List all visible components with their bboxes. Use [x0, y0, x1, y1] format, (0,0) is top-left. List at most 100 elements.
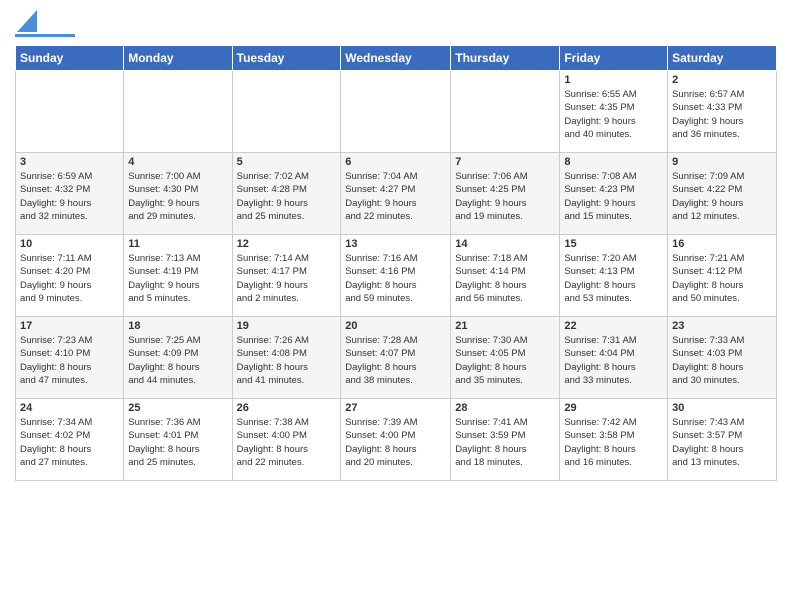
calendar-header-row: SundayMondayTuesdayWednesdayThursdayFrid…	[16, 46, 777, 71]
page-container: SundayMondayTuesdayWednesdayThursdayFrid…	[0, 0, 792, 486]
calendar-cell: 27 Sunrise: 7:39 AM Sunset: 4:00 PM Dayli…	[341, 399, 451, 481]
day-number: 23	[672, 320, 772, 332]
calendar-cell: 18 Sunrise: 7:25 AM Sunset: 4:09 PM Dayli…	[124, 317, 232, 399]
calendar-cell	[451, 71, 560, 153]
calendar-cell	[16, 71, 124, 153]
day-number: 17	[20, 320, 119, 332]
day-number: 21	[455, 320, 555, 332]
day-info: Sunrise: 7:36 AM Sunset: 4:01 PM Dayligh…	[128, 416, 227, 469]
day-info: Sunrise: 7:34 AM Sunset: 4:02 PM Dayligh…	[20, 416, 119, 469]
day-info: Sunrise: 7:18 AM Sunset: 4:14 PM Dayligh…	[455, 252, 555, 305]
calendar-cell	[124, 71, 232, 153]
calendar-cell: 22Sunrise: 7:31 AM Sunset: 4:04 PM Dayli…	[560, 317, 668, 399]
day-number: 7	[455, 156, 555, 168]
day-number: 2	[672, 74, 772, 86]
calendar-cell: 4 Sunrise: 7:00 AM Sunset: 4:30 PM Daylig…	[124, 153, 232, 235]
calendar-body: 1 Sunrise: 6:55 AM Sunset: 4:35 PM Daylig…	[16, 71, 777, 481]
day-number: 29	[564, 402, 663, 414]
calendar-week-row: 3 Sunrise: 6:59 AM Sunset: 4:32 PM Daylig…	[16, 153, 777, 235]
calendar-cell: 24 Sunrise: 7:34 AM Sunset: 4:02 PM Dayli…	[16, 399, 124, 481]
calendar-cell: 16 Sunrise: 7:21 AM Sunset: 4:12 PM Dayli…	[668, 235, 777, 317]
day-number: 15	[564, 238, 663, 250]
calendar-cell: 13 Sunrise: 7:16 AM Sunset: 4:16 PM Dayli…	[341, 235, 451, 317]
day-number: 18	[128, 320, 227, 332]
logo-icon	[17, 10, 37, 32]
day-info: Sunrise: 7:20 AM Sunset: 4:13 PM Dayligh…	[564, 252, 663, 305]
calendar-cell: 9Sunrise: 7:09 AM Sunset: 4:22 PM Daylig…	[668, 153, 777, 235]
calendar-cell: 29Sunrise: 7:42 AM Sunset: 3:58 PM Dayli…	[560, 399, 668, 481]
day-info: Sunrise: 7:00 AM Sunset: 4:30 PM Dayligh…	[128, 170, 227, 223]
day-info: Sunrise: 7:38 AM Sunset: 4:00 PM Dayligh…	[237, 416, 337, 469]
day-number: 27	[345, 402, 446, 414]
day-info: Sunrise: 7:21 AM Sunset: 4:12 PM Dayligh…	[672, 252, 772, 305]
day-info: Sunrise: 7:08 AM Sunset: 4:23 PM Dayligh…	[564, 170, 663, 223]
day-number: 1	[564, 74, 663, 86]
calendar-cell: 26 Sunrise: 7:38 AM Sunset: 4:00 PM Dayli…	[232, 399, 341, 481]
logo	[15, 10, 75, 37]
day-number: 5	[237, 156, 337, 168]
day-number: 12	[237, 238, 337, 250]
calendar-week-row: 10 Sunrise: 7:11 AM Sunset: 4:20 PM Dayli…	[16, 235, 777, 317]
day-number: 26	[237, 402, 337, 414]
day-info: Sunrise: 7:43 AM Sunset: 3:57 PM Dayligh…	[672, 416, 772, 469]
day-number: 13	[345, 238, 446, 250]
day-number: 4	[128, 156, 227, 168]
day-number: 11	[128, 238, 227, 250]
calendar-cell: 28 Sunrise: 7:41 AM Sunset: 3:59 PM Dayli…	[451, 399, 560, 481]
calendar-week-row: 1 Sunrise: 6:55 AM Sunset: 4:35 PM Daylig…	[16, 71, 777, 153]
day-info: Sunrise: 7:04 AM Sunset: 4:27 PM Dayligh…	[345, 170, 446, 223]
calendar-cell: 3 Sunrise: 6:59 AM Sunset: 4:32 PM Daylig…	[16, 153, 124, 235]
calendar-week-row: 17 Sunrise: 7:23 AM Sunset: 4:10 PM Dayli…	[16, 317, 777, 399]
calendar-cell: 17 Sunrise: 7:23 AM Sunset: 4:10 PM Dayli…	[16, 317, 124, 399]
calendar-week-row: 24 Sunrise: 7:34 AM Sunset: 4:02 PM Dayli…	[16, 399, 777, 481]
day-number: 16	[672, 238, 772, 250]
weekday-header: Thursday	[451, 46, 560, 71]
weekday-header: Saturday	[668, 46, 777, 71]
day-number: 28	[455, 402, 555, 414]
day-number: 3	[20, 156, 119, 168]
calendar-cell: 23 Sunrise: 7:33 AM Sunset: 4:03 PM Dayli…	[668, 317, 777, 399]
day-number: 10	[20, 238, 119, 250]
calendar-cell	[341, 71, 451, 153]
calendar-cell: 30 Sunrise: 7:43 AM Sunset: 3:57 PM Dayli…	[668, 399, 777, 481]
calendar-cell: 25Sunrise: 7:36 AM Sunset: 4:01 PM Dayli…	[124, 399, 232, 481]
calendar-cell: 11 Sunrise: 7:13 AM Sunset: 4:19 PM Dayli…	[124, 235, 232, 317]
calendar-cell: 7 Sunrise: 7:06 AM Sunset: 4:25 PM Daylig…	[451, 153, 560, 235]
day-info: Sunrise: 7:41 AM Sunset: 3:59 PM Dayligh…	[455, 416, 555, 469]
day-info: Sunrise: 7:39 AM Sunset: 4:00 PM Dayligh…	[345, 416, 446, 469]
day-number: 19	[237, 320, 337, 332]
day-number: 24	[20, 402, 119, 414]
day-info: Sunrise: 7:33 AM Sunset: 4:03 PM Dayligh…	[672, 334, 772, 387]
day-number: 9	[672, 156, 772, 168]
weekday-header: Tuesday	[232, 46, 341, 71]
weekday-header: Sunday	[16, 46, 124, 71]
calendar-cell	[232, 71, 341, 153]
day-info: Sunrise: 6:59 AM Sunset: 4:32 PM Dayligh…	[20, 170, 119, 223]
day-number: 22	[564, 320, 663, 332]
day-info: Sunrise: 7:28 AM Sunset: 4:07 PM Dayligh…	[345, 334, 446, 387]
day-number: 20	[345, 320, 446, 332]
day-info: Sunrise: 7:16 AM Sunset: 4:16 PM Dayligh…	[345, 252, 446, 305]
day-info: Sunrise: 7:23 AM Sunset: 4:10 PM Dayligh…	[20, 334, 119, 387]
calendar-cell: 5Sunrise: 7:02 AM Sunset: 4:28 PM Daylig…	[232, 153, 341, 235]
calendar-cell: 15 Sunrise: 7:20 AM Sunset: 4:13 PM Dayli…	[560, 235, 668, 317]
calendar-cell: 6Sunrise: 7:04 AM Sunset: 4:27 PM Daylig…	[341, 153, 451, 235]
calendar-cell: 2Sunrise: 6:57 AM Sunset: 4:33 PM Daylig…	[668, 71, 777, 153]
day-number: 30	[672, 402, 772, 414]
day-info: Sunrise: 7:13 AM Sunset: 4:19 PM Dayligh…	[128, 252, 227, 305]
calendar-cell: 14Sunrise: 7:18 AM Sunset: 4:14 PM Dayli…	[451, 235, 560, 317]
calendar-cell: 8Sunrise: 7:08 AM Sunset: 4:23 PM Daylig…	[560, 153, 668, 235]
calendar-cell: 1 Sunrise: 6:55 AM Sunset: 4:35 PM Daylig…	[560, 71, 668, 153]
calendar-cell: 10 Sunrise: 7:11 AM Sunset: 4:20 PM Dayli…	[16, 235, 124, 317]
calendar-cell: 12 Sunrise: 7:14 AM Sunset: 4:17 PM Dayli…	[232, 235, 341, 317]
calendar-table: SundayMondayTuesdayWednesdayThursdayFrid…	[15, 45, 777, 481]
day-info: Sunrise: 7:06 AM Sunset: 4:25 PM Dayligh…	[455, 170, 555, 223]
day-info: Sunrise: 7:26 AM Sunset: 4:08 PM Dayligh…	[237, 334, 337, 387]
day-info: Sunrise: 7:11 AM Sunset: 4:20 PM Dayligh…	[20, 252, 119, 305]
day-info: Sunrise: 7:25 AM Sunset: 4:09 PM Dayligh…	[128, 334, 227, 387]
day-info: Sunrise: 7:14 AM Sunset: 4:17 PM Dayligh…	[237, 252, 337, 305]
calendar-cell: 20 Sunrise: 7:28 AM Sunset: 4:07 PM Dayli…	[341, 317, 451, 399]
calendar-cell: 19 Sunrise: 7:26 AM Sunset: 4:08 PM Dayli…	[232, 317, 341, 399]
weekday-header: Friday	[560, 46, 668, 71]
day-info: Sunrise: 6:55 AM Sunset: 4:35 PM Dayligh…	[564, 88, 663, 141]
